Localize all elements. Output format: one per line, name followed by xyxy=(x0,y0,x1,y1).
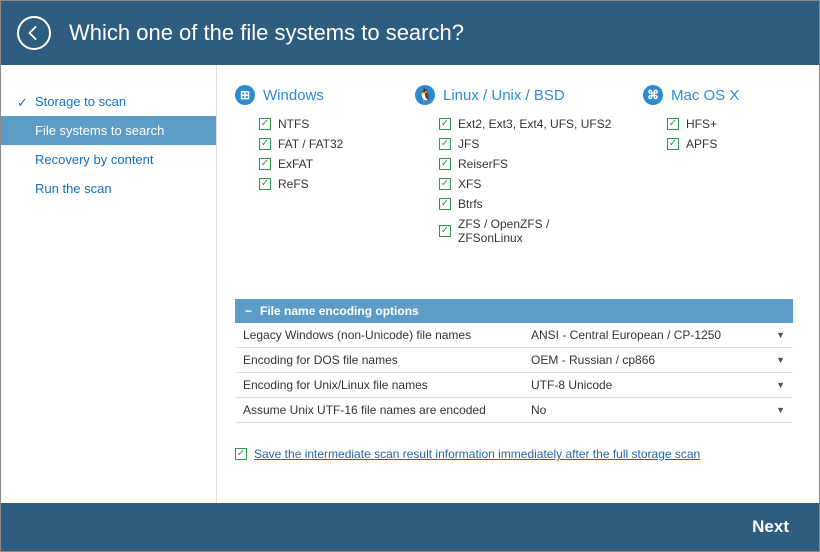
fs-column-mac-os-x: ⌘ Mac OS X ✓ HFS+ ✓ APFS xyxy=(643,85,793,249)
fs-item-label: XFS xyxy=(458,177,481,191)
encoding-value: ANSI - Central European / CP-1250 xyxy=(531,328,721,342)
encoding-label: Legacy Windows (non-Unicode) file names xyxy=(235,323,523,347)
fs-checkbox[interactable]: ✓ xyxy=(259,158,271,170)
encoding-value: OEM - Russian / cp866 xyxy=(531,353,655,367)
fs-checkbox[interactable]: ✓ xyxy=(439,138,451,150)
header-bar: Which one of the file systems to search? xyxy=(1,1,819,65)
chevron-down-icon: ▼ xyxy=(776,330,785,340)
fs-checkbox[interactable]: ✓ xyxy=(439,178,451,190)
encoding-dropdown[interactable]: ANSI - Central European / CP-1250 ▼ xyxy=(523,323,793,347)
save-checkbox[interactable]: ✓ xyxy=(235,448,247,460)
fs-column-header: ⌘ Mac OS X xyxy=(643,85,793,105)
chevron-down-icon: ▼ xyxy=(776,405,785,415)
fs-item-label: HFS+ xyxy=(686,117,717,131)
encoding-row: Assume Unix UTF-16 file names are encode… xyxy=(235,398,793,423)
sidebar-step-label: File systems to search xyxy=(35,123,164,138)
arrow-left-icon xyxy=(25,24,43,42)
fs-item[interactable]: ✓ FAT / FAT32 xyxy=(235,135,385,155)
fs-column-windows: ⊞ Windows ✓ NTFS ✓ FAT / FAT32 ✓ ExFAT ✓ ReFS xyxy=(235,85,385,249)
save-option-row: ✓ Save the intermediate scan result info… xyxy=(235,447,793,461)
encoding-value: UTF-8 Unicode xyxy=(531,378,612,392)
chevron-down-icon: ▼ xyxy=(776,355,785,365)
save-option-label[interactable]: Save the intermediate scan result inform… xyxy=(254,447,700,461)
encoding-label: Encoding for DOS file names xyxy=(235,348,523,372)
encoding-value: No xyxy=(531,403,546,417)
encoding-label: Assume Unix UTF-16 file names are encode… xyxy=(235,398,523,422)
body: ✓ Storage to scan File systems to search Re… xyxy=(1,65,819,503)
fs-column-header: ⊞ Windows xyxy=(235,85,385,105)
fs-item[interactable]: ✓ NTFS xyxy=(235,115,385,135)
check-icon: ✓ xyxy=(17,95,28,111)
fs-checkbox[interactable]: ✓ xyxy=(667,138,679,150)
fs-checkbox[interactable]: ✓ xyxy=(667,118,679,130)
back-button[interactable] xyxy=(17,16,51,50)
fs-checkbox[interactable]: ✓ xyxy=(259,178,271,190)
fs-checkbox[interactable]: ✓ xyxy=(439,118,451,130)
fs-item-label: Btrfs xyxy=(458,197,483,211)
fs-item-label: JFS xyxy=(458,137,479,151)
encoding-row: Legacy Windows (non-Unicode) file namesA… xyxy=(235,323,793,348)
fs-item-label: ReiserFS xyxy=(458,157,508,171)
encoding-row: Encoding for DOS file namesOEM - Russian… xyxy=(235,348,793,373)
sidebar-step-0[interactable]: ✓ Storage to scan xyxy=(1,87,216,116)
fs-item-label: ZFS / OpenZFS / ZFSonLinux xyxy=(458,217,613,245)
fs-item[interactable]: ✓ JFS xyxy=(415,135,613,155)
sidebar-step-3[interactable]: Run the scan xyxy=(1,174,216,203)
fs-checkbox[interactable]: ✓ xyxy=(439,225,451,237)
encoding-header-label: File name encoding options xyxy=(260,304,419,318)
fs-column-header: 🐧 Linux / Unix / BSD xyxy=(415,85,613,105)
fs-column-title: Windows xyxy=(263,87,324,104)
fs-column-linux-unix-bsd: 🐧 Linux / Unix / BSD ✓ Ext2, Ext3, Ext4, UF… xyxy=(415,85,613,249)
encoding-label: Encoding for Unix/Linux file names xyxy=(235,373,523,397)
fs-item-label: FAT / FAT32 xyxy=(278,137,343,151)
fs-item-label: ExFAT xyxy=(278,157,313,171)
sidebar-step-1[interactable]: File systems to search xyxy=(1,116,216,145)
fs-checkbox[interactable]: ✓ xyxy=(439,198,451,210)
sidebar-step-label: Run the scan xyxy=(35,181,112,196)
content: ⊞ Windows ✓ NTFS ✓ FAT / FAT32 ✓ ExFAT ✓ ReFS 🐧 Lin… xyxy=(216,65,819,503)
os-icon: 🐧 xyxy=(415,85,435,105)
fs-item[interactable]: ✓ HFS+ xyxy=(643,115,793,135)
chevron-down-icon: ▼ xyxy=(776,380,785,390)
fs-column-title: Mac OS X xyxy=(671,87,739,104)
fs-item-label: ReFS xyxy=(278,177,309,191)
fs-column-title: Linux / Unix / BSD xyxy=(443,87,565,104)
fs-item[interactable]: ✓ APFS xyxy=(643,135,793,155)
os-icon: ⌘ xyxy=(643,85,663,105)
fs-item[interactable]: ✓ ExFAT xyxy=(235,155,385,175)
filesystem-columns: ⊞ Windows ✓ NTFS ✓ FAT / FAT32 ✓ ExFAT ✓ ReFS 🐧 Lin… xyxy=(235,85,793,249)
encoding-dropdown[interactable]: OEM - Russian / cp866 ▼ xyxy=(523,348,793,372)
fs-item-label: APFS xyxy=(686,137,717,151)
fs-item[interactable]: ✓ ReiserFS xyxy=(415,155,613,175)
fs-item[interactable]: ✓ Ext2, Ext3, Ext4, UFS, UFS2 xyxy=(415,115,613,135)
sidebar-step-2[interactable]: Recovery by content xyxy=(1,145,216,174)
sidebar: ✓ Storage to scan File systems to search Re… xyxy=(1,65,216,503)
fs-checkbox[interactable]: ✓ xyxy=(259,118,271,130)
page-title: Which one of the file systems to search? xyxy=(69,20,464,46)
sidebar-step-label: Storage to scan xyxy=(35,94,126,109)
fs-item-label: Ext2, Ext3, Ext4, UFS, UFS2 xyxy=(458,117,611,131)
fs-item-label: NTFS xyxy=(278,117,309,131)
fs-item[interactable]: ✓ ZFS / OpenZFS / ZFSonLinux xyxy=(415,215,613,249)
sidebar-step-label: Recovery by content xyxy=(35,152,154,167)
encoding-header[interactable]: − File name encoding options xyxy=(235,299,793,323)
os-icon: ⊞ xyxy=(235,85,255,105)
fs-item[interactable]: ✓ Btrfs xyxy=(415,195,613,215)
next-button[interactable]: Next xyxy=(752,517,789,537)
encoding-panel: − File name encoding options Legacy Wind… xyxy=(235,299,793,423)
fs-checkbox[interactable]: ✓ xyxy=(259,138,271,150)
footer-bar: Next xyxy=(1,503,819,551)
fs-item[interactable]: ✓ ReFS xyxy=(235,175,385,195)
encoding-dropdown[interactable]: UTF-8 Unicode ▼ xyxy=(523,373,793,397)
encoding-row: Encoding for Unix/Linux file namesUTF-8 … xyxy=(235,373,793,398)
collapse-icon[interactable]: − xyxy=(245,304,252,318)
window: Which one of the file systems to search?… xyxy=(0,0,820,552)
encoding-dropdown[interactable]: No ▼ xyxy=(523,398,793,422)
fs-item[interactable]: ✓ XFS xyxy=(415,175,613,195)
fs-checkbox[interactable]: ✓ xyxy=(439,158,451,170)
